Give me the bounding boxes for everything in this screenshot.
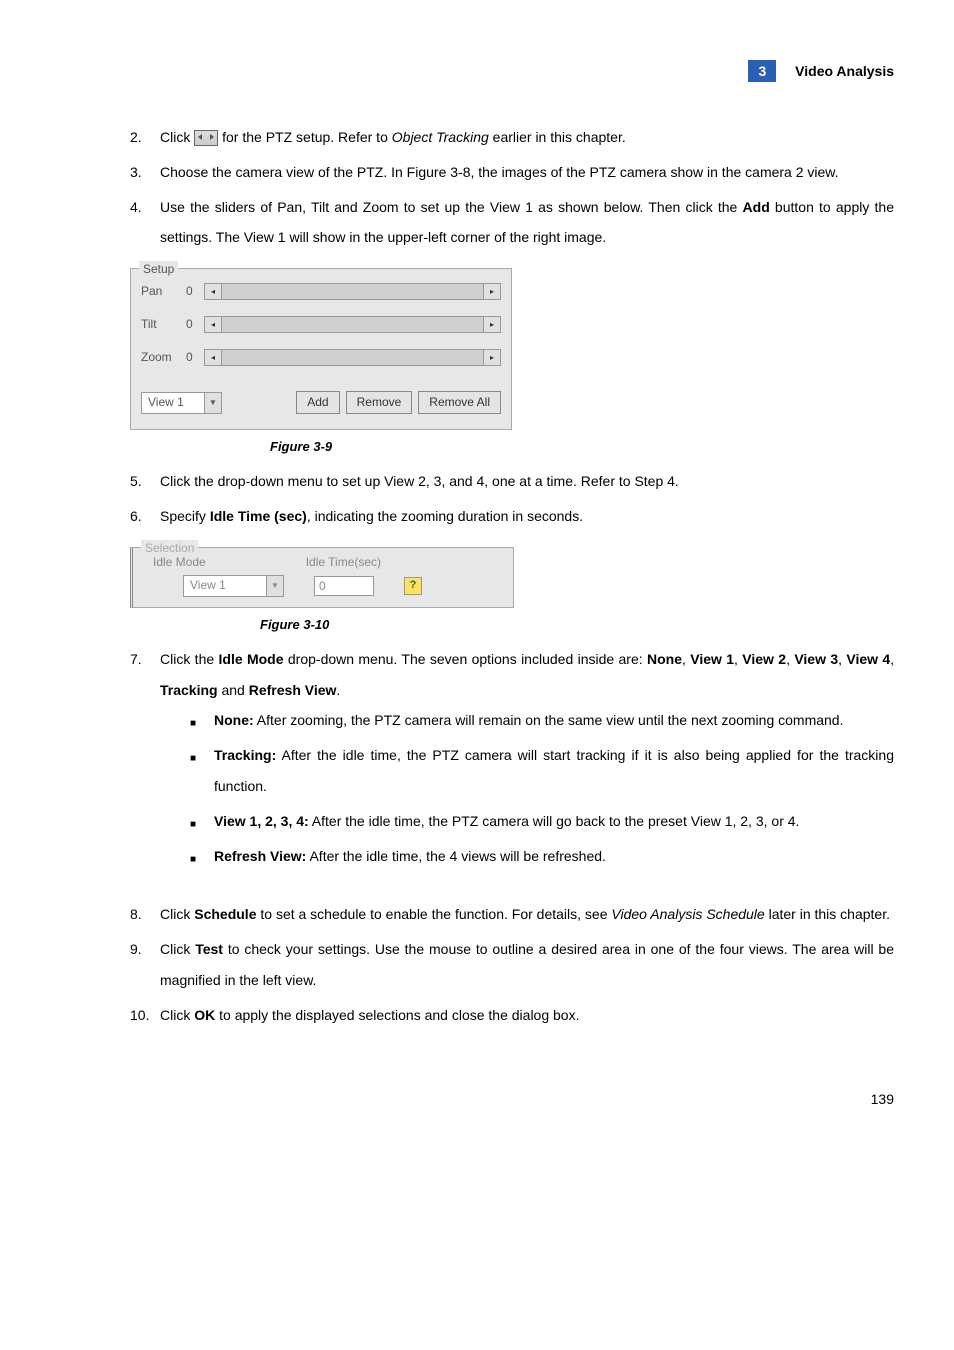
zoom-value: 0 — [186, 349, 204, 366]
pan-slider[interactable]: ◂ ▸ — [204, 283, 501, 300]
figure-3-9: Setup Pan 0 ◂ ▸ Tilt 0 ◂ — [130, 268, 894, 456]
sub-refresh: ■ Refresh View: After the idle time, the… — [190, 841, 894, 872]
step-3: 3. Choose the camera view of the PTZ. In… — [130, 157, 894, 188]
scroll-left-icon[interactable]: ◂ — [205, 284, 222, 299]
chapter-header: 3 Video Analysis — [60, 60, 894, 82]
pan-slider-row: Pan 0 ◂ ▸ — [141, 283, 501, 300]
remove-all-button[interactable]: Remove All — [418, 391, 501, 414]
remove-button[interactable]: Remove — [346, 391, 413, 414]
scroll-right-icon[interactable]: ▸ — [483, 284, 500, 299]
scroll-left-icon[interactable]: ◂ — [205, 350, 222, 365]
zoom-label: Zoom — [141, 349, 186, 366]
ptz-setup-icon — [194, 130, 218, 146]
step-6: 6. Specify Idle Time (sec), indicating t… — [130, 501, 894, 532]
step-7-sublist: ■ None: After zooming, the PTZ camera wi… — [190, 705, 894, 871]
pan-value: 0 — [186, 283, 204, 300]
idle-mode-select[interactable]: View 1 ▼ — [183, 575, 284, 597]
setup-groupbox: Setup Pan 0 ◂ ▸ Tilt 0 ◂ — [130, 268, 512, 430]
chapter-number-badge: 3 — [748, 60, 776, 82]
page-number: 139 — [60, 1091, 894, 1107]
idle-time-input[interactable]: 0 — [314, 576, 374, 596]
square-bullet-icon: ■ — [190, 841, 214, 872]
square-bullet-icon: ■ — [190, 705, 214, 736]
body-content: 2. Click for the PTZ setup. Refer to Obj… — [130, 122, 894, 1031]
figure-3-10-caption: Figure 3-10 — [260, 616, 894, 634]
step-8: 8. Click Schedule to set a schedule to e… — [130, 899, 894, 930]
step-2: 2. Click for the PTZ setup. Refer to Obj… — [130, 122, 894, 153]
step-9: 9. Click Test to check your settings. Us… — [130, 934, 894, 996]
step-5: 5. Click the drop-down menu to set up Vi… — [130, 466, 894, 497]
scroll-right-icon[interactable]: ▸ — [483, 317, 500, 332]
setup-button-row: View 1 ▼ Add Remove Remove All — [141, 391, 501, 414]
figure-3-9-caption: Figure 3-9 — [270, 438, 894, 456]
step-4: 4. Use the sliders of Pan, Tilt and Zoom… — [130, 192, 894, 254]
selection-groupbox: Selection Idle Mode Idle Time(sec) View … — [130, 547, 514, 608]
chapter-title: Video Analysis — [795, 63, 894, 79]
view-select[interactable]: View 1 ▼ — [141, 392, 222, 414]
chevron-down-icon[interactable]: ▼ — [204, 393, 221, 413]
tilt-slider[interactable]: ◂ ▸ — [204, 316, 501, 333]
idle-time-label: Idle Time(sec) — [306, 554, 381, 571]
sub-none: ■ None: After zooming, the PTZ camera wi… — [190, 705, 894, 736]
square-bullet-icon: ■ — [190, 740, 214, 802]
pan-label: Pan — [141, 283, 186, 300]
zoom-slider[interactable]: ◂ ▸ — [204, 349, 501, 366]
figure-3-10: Selection Idle Mode Idle Time(sec) View … — [130, 547, 894, 634]
sub-tracking: ■ Tracking: After the idle time, the PTZ… — [190, 740, 894, 802]
tilt-slider-row: Tilt 0 ◂ ▸ — [141, 316, 501, 333]
selection-groupbox-title: Selection — [141, 540, 198, 557]
add-button[interactable]: Add — [296, 391, 339, 414]
tilt-label: Tilt — [141, 316, 186, 333]
step-7: 7. Click the Idle Mode drop-down menu. T… — [130, 644, 894, 876]
setup-groupbox-title: Setup — [139, 261, 178, 278]
tilt-value: 0 — [186, 316, 204, 333]
chevron-down-icon[interactable]: ▼ — [266, 576, 283, 596]
sub-view1234: ■ View 1, 2, 3, 4: After the idle time, … — [190, 806, 894, 837]
scroll-left-icon[interactable]: ◂ — [205, 317, 222, 332]
step-10: 10. Click OK to apply the displayed sele… — [130, 1000, 894, 1031]
help-icon[interactable]: ? — [404, 577, 422, 595]
scroll-right-icon[interactable]: ▸ — [483, 350, 500, 365]
zoom-slider-row: Zoom 0 ◂ ▸ — [141, 349, 501, 366]
square-bullet-icon: ■ — [190, 806, 214, 837]
